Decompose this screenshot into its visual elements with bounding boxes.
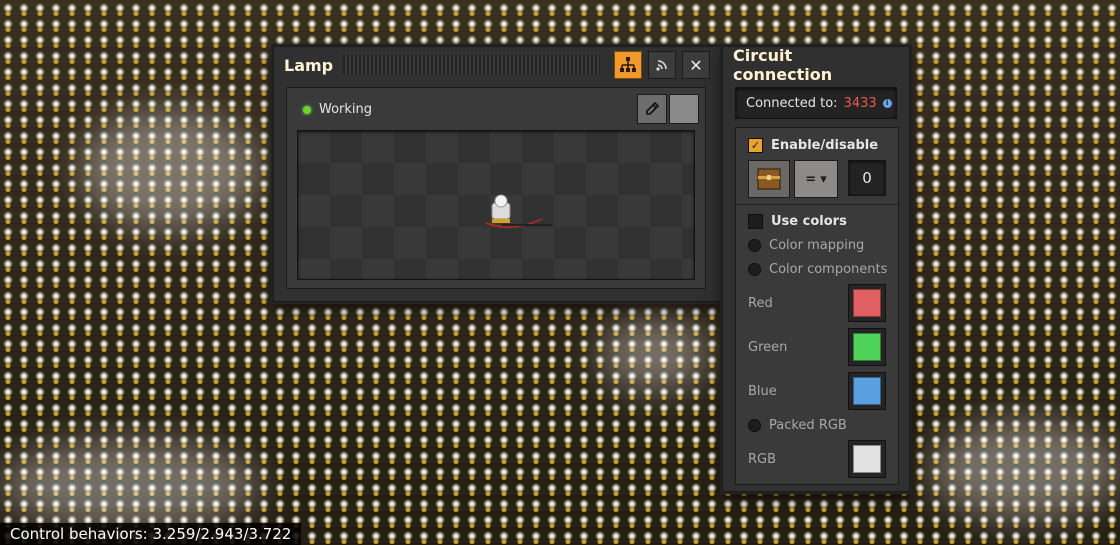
- status-row: Working: [303, 102, 372, 117]
- rgb-color-swatch: [853, 445, 881, 473]
- color-mapping-option[interactable]: Color mapping: [748, 238, 864, 253]
- background-glow: [600, 320, 710, 390]
- connected-box: Connected to: 3433 i: [735, 87, 897, 119]
- lamp-window: Lamp ✕ Working: [273, 46, 721, 302]
- rgb-signal-slot[interactable]: [848, 440, 886, 478]
- chest-icon: [757, 168, 781, 190]
- lamp-content: Working: [286, 87, 706, 289]
- lamp-entity-icon: [485, 194, 552, 228]
- divider: [736, 204, 898, 205]
- packed-rgb-label: Packed RGB: [769, 418, 847, 433]
- green-label: Green: [748, 340, 788, 355]
- drag-handle[interactable]: [343, 55, 600, 75]
- condition-constant[interactable]: 0: [848, 160, 886, 196]
- circuit-network-button[interactable]: [614, 51, 642, 79]
- background-glow: [930, 420, 1120, 520]
- entity-preview: [297, 130, 695, 280]
- color-components-option[interactable]: Color components: [748, 262, 887, 277]
- lamp-window-title: Lamp: [284, 55, 334, 75]
- condition-constant-value: 0: [862, 169, 872, 187]
- background-glow: [0, 440, 260, 530]
- enable-disable-row[interactable]: ✓ Enable/disable: [748, 138, 878, 153]
- color-components-radio[interactable]: [748, 263, 761, 276]
- comparator-dropdown[interactable]: = ▾: [794, 160, 838, 198]
- enable-disable-label: Enable/disable: [771, 138, 879, 153]
- circuit-network-icon: [620, 57, 636, 72]
- red-signal-slot[interactable]: [848, 284, 886, 322]
- packed-rgb-option[interactable]: Packed RGB: [748, 418, 847, 433]
- green-color-swatch: [853, 333, 881, 361]
- green-signal-slot[interactable]: [848, 328, 886, 366]
- circuit-window-title: Circuit connection: [733, 46, 833, 84]
- connected-label: Connected to:: [746, 95, 838, 111]
- eyedropper-button[interactable]: [637, 94, 667, 124]
- circuit-connection-window: Circuit connection Connected to: 3433 i …: [722, 46, 910, 492]
- rgb-label: RGB: [748, 452, 777, 467]
- color-mapping-radio[interactable]: [748, 239, 761, 252]
- use-colors-label: Use colors: [771, 214, 847, 229]
- eyedropper-icon: [646, 101, 660, 115]
- status-indicator: [303, 105, 311, 114]
- close-icon: ✕: [689, 55, 703, 75]
- use-colors-row[interactable]: Use colors: [748, 214, 847, 229]
- blue-color-swatch: [853, 377, 881, 405]
- blue-label: Blue: [748, 384, 777, 399]
- red-color-swatch: [853, 289, 881, 317]
- status-text: Working: [319, 102, 373, 117]
- blue-signal-slot[interactable]: [848, 372, 886, 410]
- enable-disable-checkbox[interactable]: ✓: [748, 138, 763, 153]
- packed-rgb-radio[interactable]: [748, 419, 761, 432]
- wireless-icon: [656, 60, 667, 71]
- lamp-titlebar[interactable]: Lamp ✕: [274, 47, 720, 83]
- red-label: Red: [748, 296, 773, 311]
- background-glow: [80, 110, 260, 230]
- control-behaviors-status: Control behaviors: 3.259/2.943/3.722: [0, 523, 302, 545]
- blank-signal-slot[interactable]: [669, 94, 699, 124]
- chevron-down-icon: ▾: [820, 171, 827, 187]
- info-icon[interactable]: i: [882, 98, 892, 108]
- connected-network-id: 3433: [843, 95, 877, 111]
- comparator-value: =: [805, 171, 817, 187]
- close-button[interactable]: ✕: [682, 51, 710, 79]
- color-mapping-label: Color mapping: [769, 238, 865, 253]
- circuit-settings: ✓ Enable/disable = ▾ 0 Use colors Color …: [735, 127, 899, 485]
- color-components-label: Color components: [769, 262, 888, 277]
- wireless-button[interactable]: [648, 51, 676, 79]
- circuit-titlebar[interactable]: Circuit connection: [723, 46, 909, 84]
- use-colors-checkbox[interactable]: [748, 214, 763, 229]
- condition-signal-slot[interactable]: [748, 160, 790, 198]
